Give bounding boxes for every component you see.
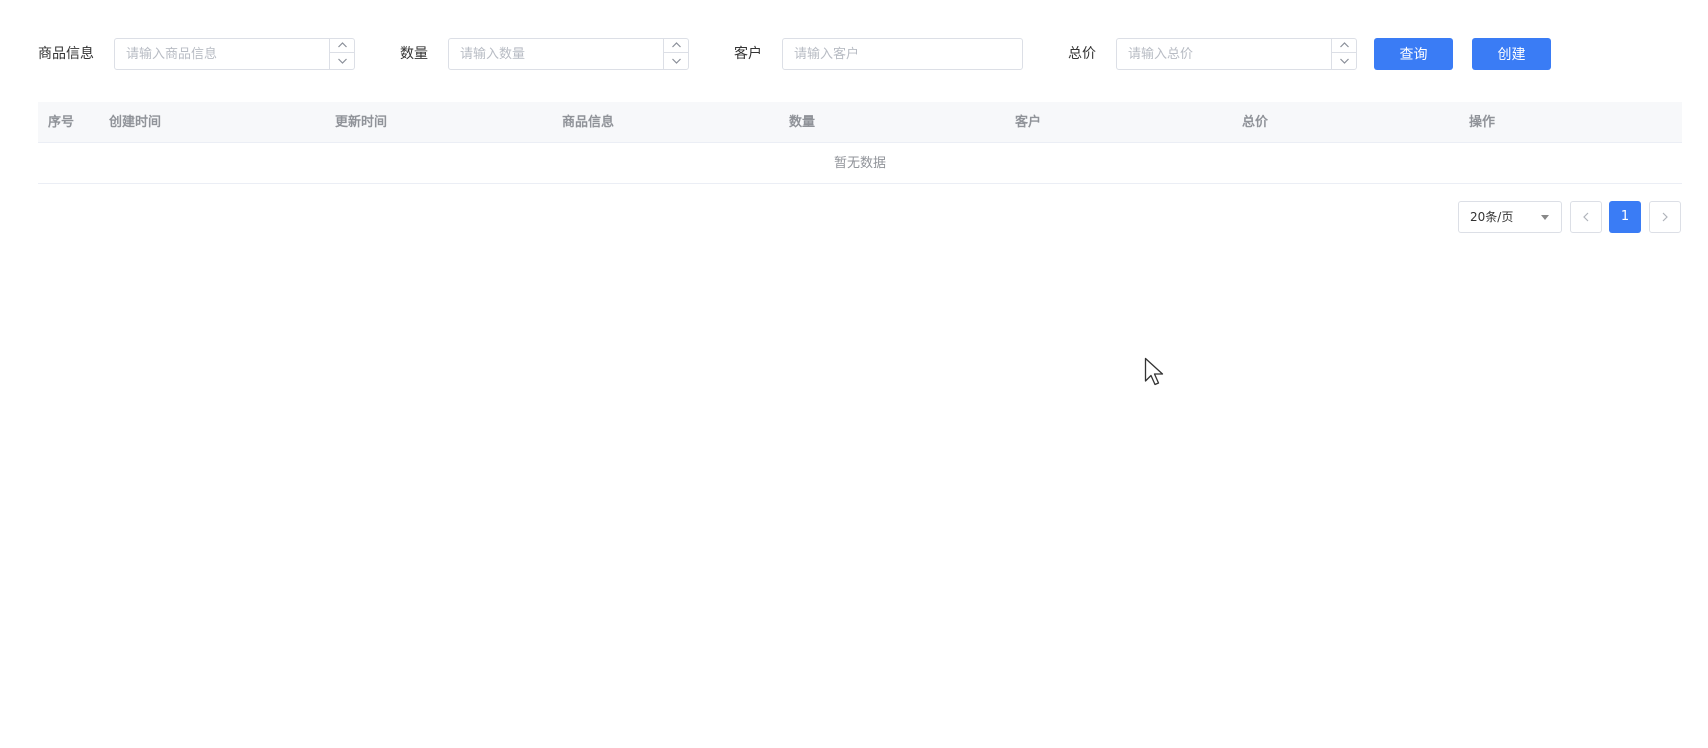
total-input[interactable] [1116, 38, 1357, 70]
total-label: 总价 [1068, 46, 1096, 62]
product-stepper [329, 38, 354, 70]
column-header-created-time: 创建时间 [109, 115, 162, 130]
quantity-stepper [663, 38, 688, 70]
data-table: 序号 创建时间 更新时间 商品信息 数量 客户 总价 操作 暂无数据 [38, 102, 1682, 184]
page: 商品信息 数量 客户 总价 [0, 0, 1708, 748]
pagination: 20条/页 1 [1458, 201, 1682, 233]
quantity-label: 数量 [400, 46, 428, 62]
page-size-select[interactable]: 20条/页 [1458, 201, 1562, 233]
chevron-up-icon [1339, 42, 1349, 48]
chevron-up-icon [337, 42, 347, 48]
quantity-input[interactable] [448, 38, 689, 70]
page-size-value: 20条/页 [1470, 210, 1514, 224]
empty-state-text: 暂无数据 [38, 143, 1682, 184]
table-header: 序号 创建时间 更新时间 商品信息 数量 客户 总价 操作 [38, 102, 1682, 143]
chevron-down-icon [1339, 58, 1349, 64]
chevron-down-icon [671, 58, 681, 64]
total-increment-button[interactable] [1332, 38, 1356, 53]
column-header-quantity: 数量 [789, 115, 816, 130]
total-decrement-button[interactable] [1332, 53, 1356, 68]
product-label: 商品信息 [38, 46, 94, 62]
quantity-decrement-button[interactable] [664, 53, 688, 68]
customer-label: 客户 [734, 46, 762, 62]
create-button[interactable]: 创建 [1472, 38, 1551, 70]
column-header-index: 序号 [48, 115, 75, 130]
chevron-left-icon [1583, 212, 1589, 222]
caret-down-icon [1541, 215, 1549, 220]
chevron-right-icon [1662, 212, 1668, 222]
total-stepper [1331, 38, 1356, 70]
column-header-customer: 客户 [1015, 115, 1042, 130]
product-input[interactable] [114, 38, 355, 70]
column-header-total-price: 总价 [1242, 115, 1269, 130]
filter-bar: 商品信息 数量 客户 总价 [38, 38, 1551, 70]
chevron-up-icon [671, 42, 681, 48]
next-page-button[interactable] [1649, 201, 1681, 233]
mouse-cursor-icon [1144, 357, 1164, 386]
product-increment-button[interactable] [330, 38, 354, 53]
column-header-updated-time: 更新时间 [335, 115, 388, 130]
column-header-actions: 操作 [1469, 115, 1496, 130]
prev-page-button[interactable] [1570, 201, 1602, 233]
chevron-down-icon [337, 58, 347, 64]
customer-input[interactable] [782, 38, 1023, 70]
product-decrement-button[interactable] [330, 53, 354, 68]
page-number-1[interactable]: 1 [1609, 201, 1641, 233]
query-button[interactable]: 查询 [1374, 38, 1453, 70]
column-header-product-info: 商品信息 [562, 115, 615, 130]
quantity-increment-button[interactable] [664, 38, 688, 53]
